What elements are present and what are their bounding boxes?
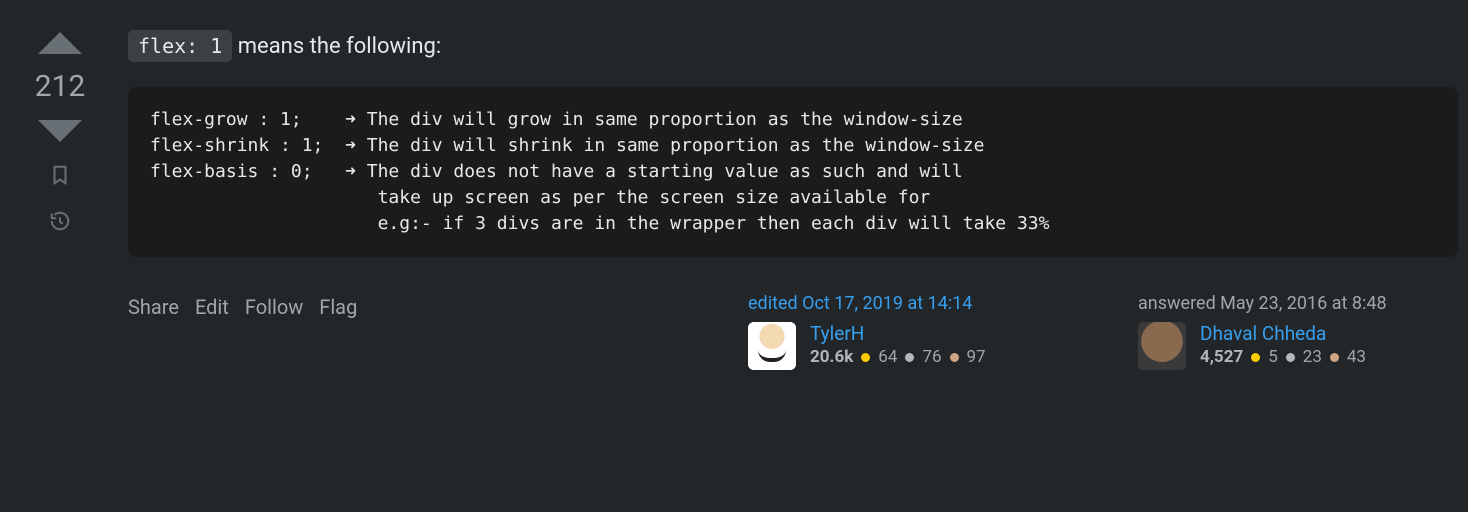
flag-link[interactable]: Flag: [319, 295, 357, 319]
editor-name[interactable]: TylerH: [810, 322, 986, 345]
author-silver-count: 23: [1303, 347, 1322, 367]
author-gold-count: 5: [1268, 347, 1278, 367]
author-signature: answered May 23, 2016 at 8:48 Dhaval Chh…: [1138, 293, 1458, 370]
answer-post: 212 flex: 1 means the following: flex-gr…: [0, 0, 1468, 370]
inline-code: flex: 1: [128, 30, 232, 62]
upvote-button[interactable]: [38, 32, 82, 54]
editor-avatar[interactable]: [748, 322, 796, 370]
post-body: flex: 1 means the following: flex-grow :…: [110, 10, 1458, 370]
author-rep: 4,527: [1200, 347, 1243, 367]
editor-signature: edited Oct 17, 2019 at 14:14 TylerH 20.6…: [748, 293, 1068, 370]
post-menu: Share Edit Follow Flag: [128, 293, 357, 319]
post-footer: Share Edit Follow Flag edited Oct 17, 20…: [128, 293, 1458, 370]
history-button[interactable]: [47, 208, 73, 234]
bookmark-button[interactable]: [47, 162, 73, 188]
answered-time: answered May 23, 2016 at 8:48: [1138, 293, 1458, 314]
edit-link[interactable]: Edit: [195, 295, 229, 319]
intro-text: means the following:: [232, 34, 441, 59]
edited-time[interactable]: edited Oct 17, 2019 at 14:14: [748, 293, 1068, 314]
bronze-badge-icon: [950, 353, 959, 362]
share-link[interactable]: Share: [128, 295, 179, 319]
downvote-button[interactable]: [38, 120, 82, 142]
editor-silver-count: 76: [922, 347, 941, 367]
editor-rep: 20.6k: [810, 347, 853, 367]
vote-count: 212: [35, 68, 86, 106]
silver-badge-icon: [1286, 353, 1295, 362]
editor-stats: 20.6k 64 76 97: [810, 347, 986, 367]
author-bronze-count: 43: [1347, 347, 1366, 367]
follow-link[interactable]: Follow: [245, 295, 303, 319]
author-avatar[interactable]: [1138, 322, 1186, 370]
intro-line: flex: 1 means the following:: [128, 34, 1458, 59]
vote-column: 212: [10, 10, 110, 370]
author-name[interactable]: Dhaval Chheda: [1200, 322, 1366, 345]
editor-gold-count: 64: [878, 347, 897, 367]
editor-bronze-count: 97: [967, 347, 986, 367]
gold-badge-icon: [1251, 353, 1260, 362]
gold-badge-icon: [861, 353, 870, 362]
code-block: flex-grow : 1; ➜ The div will grow in sa…: [128, 87, 1458, 257]
author-stats: 4,527 5 23 43: [1200, 347, 1366, 367]
signature-row: edited Oct 17, 2019 at 14:14 TylerH 20.6…: [748, 293, 1458, 370]
bronze-badge-icon: [1330, 353, 1339, 362]
silver-badge-icon: [905, 353, 914, 362]
